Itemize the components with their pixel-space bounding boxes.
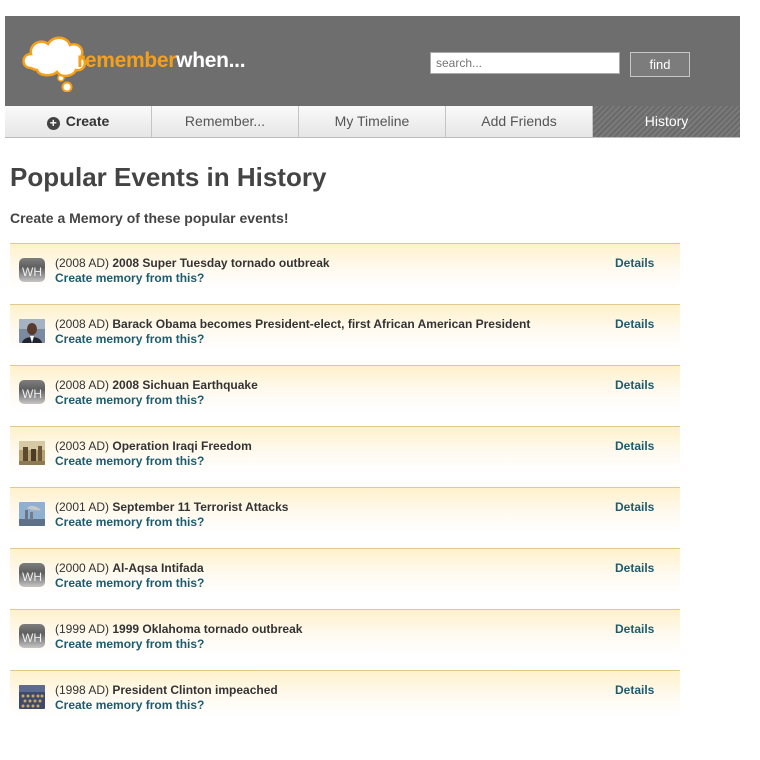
chamber-photo-icon[interactable] [19, 685, 45, 709]
wh-placeholder-icon[interactable]: WH [19, 380, 45, 404]
logo-part-when: when... [176, 49, 246, 72]
event-row: (2008 AD) Barack Obama becomes President… [10, 304, 680, 365]
page-subtitle: Create a Memory of these popular events! [10, 210, 289, 226]
event-year: (2008 AD) [55, 256, 110, 270]
details-link[interactable]: Details [615, 256, 654, 270]
nav-add-friends[interactable]: Add Friends [446, 106, 593, 137]
event-heading: (1999 AD) 1999 Oklahoma tornado outbreak [55, 622, 302, 636]
search-input[interactable] [430, 52, 620, 74]
details-link[interactable]: Details [615, 439, 654, 453]
main-nav: + Create Remember... My Timeline Add Frie… [5, 106, 740, 138]
create-memory-link[interactable]: Create memory from this? [55, 271, 204, 285]
event-row: WH (2000 AD) Al-Aqsa Intifada Create mem… [10, 548, 680, 609]
event-row: (2003 AD) Operation Iraqi Freedom Create… [10, 426, 680, 487]
portrait-photo-icon[interactable] [19, 319, 45, 343]
event-title[interactable]: September 11 Terrorist Attacks [112, 500, 288, 514]
create-memory-link[interactable]: Create memory from this? [55, 637, 204, 651]
event-list: WH (2008 AD) 2008 Super Tuesday tornado … [10, 243, 680, 731]
event-row: (2001 AD) September 11 Terrorist Attacks… [10, 487, 680, 548]
skyline-photo-icon[interactable] [19, 502, 45, 526]
details-link[interactable]: Details [615, 500, 654, 514]
find-button[interactable]: find [630, 52, 690, 77]
event-title[interactable]: Al-Aqsa Intifada [112, 561, 203, 575]
wh-placeholder-icon[interactable]: WH [19, 258, 45, 282]
event-title[interactable]: 2008 Sichuan Earthquake [112, 378, 257, 392]
event-heading: (2008 AD) Barack Obama becomes President… [55, 317, 530, 331]
create-memory-link[interactable]: Create memory from this? [55, 576, 204, 590]
create-memory-link[interactable]: Create memory from this? [55, 698, 204, 712]
event-row: WH (1999 AD) 1999 Oklahoma tornado outbr… [10, 609, 680, 670]
event-year: (1998 AD) [55, 683, 110, 697]
wh-placeholder-icon[interactable]: WH [19, 624, 45, 648]
create-memory-link[interactable]: Create memory from this? [55, 454, 204, 468]
event-year: (2008 AD) [55, 378, 110, 392]
details-link[interactable]: Details [615, 683, 654, 697]
soldiers-photo-icon[interactable] [19, 441, 45, 465]
nav-create[interactable]: + Create [5, 106, 152, 137]
nav-create-label: Create [65, 113, 110, 129]
event-year: (2001 AD) [55, 500, 110, 514]
event-title[interactable]: Operation Iraqi Freedom [112, 439, 251, 453]
event-heading: (1998 AD) President Clinton impeached [55, 683, 278, 697]
create-memory-link[interactable]: Create memory from this? [55, 393, 204, 407]
details-link[interactable]: Details [615, 561, 654, 575]
event-heading: (2008 AD) 2008 Sichuan Earthquake [55, 378, 258, 392]
wh-placeholder-icon[interactable]: WH [19, 563, 45, 587]
event-row: WH (2008 AD) 2008 Sichuan Earthquake Cre… [10, 365, 680, 426]
event-title[interactable]: President Clinton impeached [112, 683, 277, 697]
event-title[interactable]: Barack Obama becomes President-elect, fi… [112, 317, 530, 331]
event-year: (2003 AD) [55, 439, 110, 453]
event-year: (2000 AD) [55, 561, 110, 575]
page-title: Popular Events in History [10, 162, 327, 192]
event-heading: (2001 AD) September 11 Terrorist Attacks [55, 500, 288, 514]
event-year: (2008 AD) [55, 317, 110, 331]
logo-part-remember: remember [77, 49, 177, 72]
nav-my-timeline[interactable]: My Timeline [299, 106, 446, 137]
event-heading: (2008 AD) 2008 Super Tuesday tornado out… [55, 256, 330, 270]
create-memory-link[interactable]: Create memory from this? [55, 332, 204, 346]
event-heading: (2000 AD) Al-Aqsa Intifada [55, 561, 204, 575]
event-row: (1998 AD) President Clinton impeached Cr… [10, 670, 680, 731]
event-row: WH (2008 AD) 2008 Super Tuesday tornado … [10, 243, 680, 304]
details-link[interactable]: Details [615, 622, 654, 636]
site-header: rememberwhen... find [5, 16, 740, 106]
logo-wordmark[interactable]: rememberwhen... [77, 49, 246, 73]
event-heading: (2003 AD) Operation Iraqi Freedom [55, 439, 252, 453]
event-title[interactable]: 1999 Oklahoma tornado outbreak [112, 622, 302, 636]
plus-circle-icon: + [46, 117, 60, 130]
create-memory-link[interactable]: Create memory from this? [55, 515, 204, 529]
event-title[interactable]: 2008 Super Tuesday tornado outbreak [112, 256, 329, 270]
event-year: (1999 AD) [55, 622, 110, 636]
details-link[interactable]: Details [615, 317, 654, 331]
details-link[interactable]: Details [615, 378, 654, 392]
nav-remember[interactable]: Remember... [152, 106, 299, 137]
nav-history[interactable]: History [593, 106, 740, 137]
